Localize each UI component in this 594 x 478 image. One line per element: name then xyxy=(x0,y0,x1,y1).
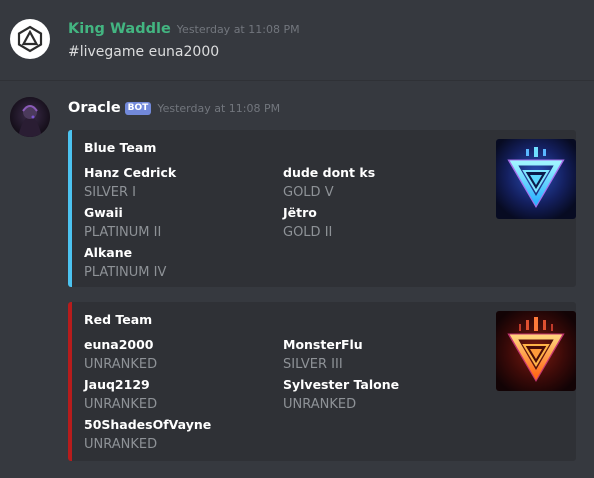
message-timestamp: Yesterday at 11:08 PM xyxy=(157,102,281,115)
player-rank: PLATINUM IV xyxy=(84,265,167,280)
author-name-text[interactable]: King Waddle xyxy=(68,21,171,37)
bot-badge: BOT xyxy=(124,102,152,115)
message-king-waddle: King Waddle Yesterday at 11:08 PM #livega… xyxy=(0,0,594,80)
player-rank: UNRANKED xyxy=(84,397,158,412)
red-triangle-emblem-icon xyxy=(496,311,576,391)
embed-title: Red Team xyxy=(84,312,153,327)
dark-character-avatar xyxy=(10,97,50,137)
player-rank: PLATINUM II xyxy=(84,225,162,240)
player-rank: GOLD II xyxy=(283,225,333,240)
player-rank: SILVER III xyxy=(283,357,343,372)
player-column-2: dude dont ks GOLD V Jëtro GOLD II xyxy=(283,163,375,243)
blue-triangle-emblem-icon xyxy=(496,139,576,219)
player-column-1: Hanz Cedrick SILVER I Gwaii PLATINUM II … xyxy=(84,163,176,283)
player-column-1: euna2000 UNRANKED Jauq2129 UNRANKED 50Sh… xyxy=(84,335,211,455)
player-name: euna2000 xyxy=(84,337,154,352)
player-rank: UNRANKED xyxy=(84,437,158,452)
embed-thumbnail[interactable] xyxy=(496,139,576,219)
author-name-text[interactable]: Oracle xyxy=(68,100,121,116)
player-name: 50ShadesOfVayne xyxy=(84,417,212,432)
king-waddle-avatar[interactable] xyxy=(10,19,50,59)
author-name[interactable]: King Waddle Yesterday at 11:08 PM xyxy=(68,21,300,37)
octahedron-logo-icon xyxy=(17,25,43,53)
author-name[interactable]: Oracle BOT Yesterday at 11:08 PM xyxy=(68,100,280,116)
player-name: MonsterFlu xyxy=(283,337,363,352)
player-name: Gwaii xyxy=(84,205,123,220)
player-rank: UNRANKED xyxy=(84,357,158,372)
message-oracle: Oracle BOT Yesterday at 11:08 PM Blue Team… xyxy=(0,81,594,478)
embed-thumbnail[interactable] xyxy=(496,311,576,391)
player-name: Alkane xyxy=(84,245,133,260)
player-rank: SILVER I xyxy=(84,185,137,200)
player-name: Sylvester Talone xyxy=(283,377,400,392)
message-timestamp: Yesterday at 11:08 PM xyxy=(176,23,300,36)
player-name: Jauq2129 xyxy=(84,377,150,392)
player-rank: GOLD V xyxy=(283,185,334,200)
player-name: Jëtro xyxy=(283,205,317,220)
embed-red-team: Red Team euna2000 UNRANKED Jauq2129 UNRA… xyxy=(68,302,576,461)
player-name: dude dont ks xyxy=(283,165,376,180)
message-content: #livegame euna2000 xyxy=(68,44,220,60)
player-name: Hanz Cedrick xyxy=(84,165,177,180)
player-column-2: MonsterFlu SILVER III Sylvester Talone U… xyxy=(283,335,399,415)
oracle-avatar[interactable] xyxy=(10,97,50,137)
embed-blue-team: Blue Team Hanz Cedrick SILVER I Gwaii PL… xyxy=(68,130,576,287)
embed-title: Blue Team xyxy=(84,140,157,155)
player-rank: UNRANKED xyxy=(283,397,357,412)
